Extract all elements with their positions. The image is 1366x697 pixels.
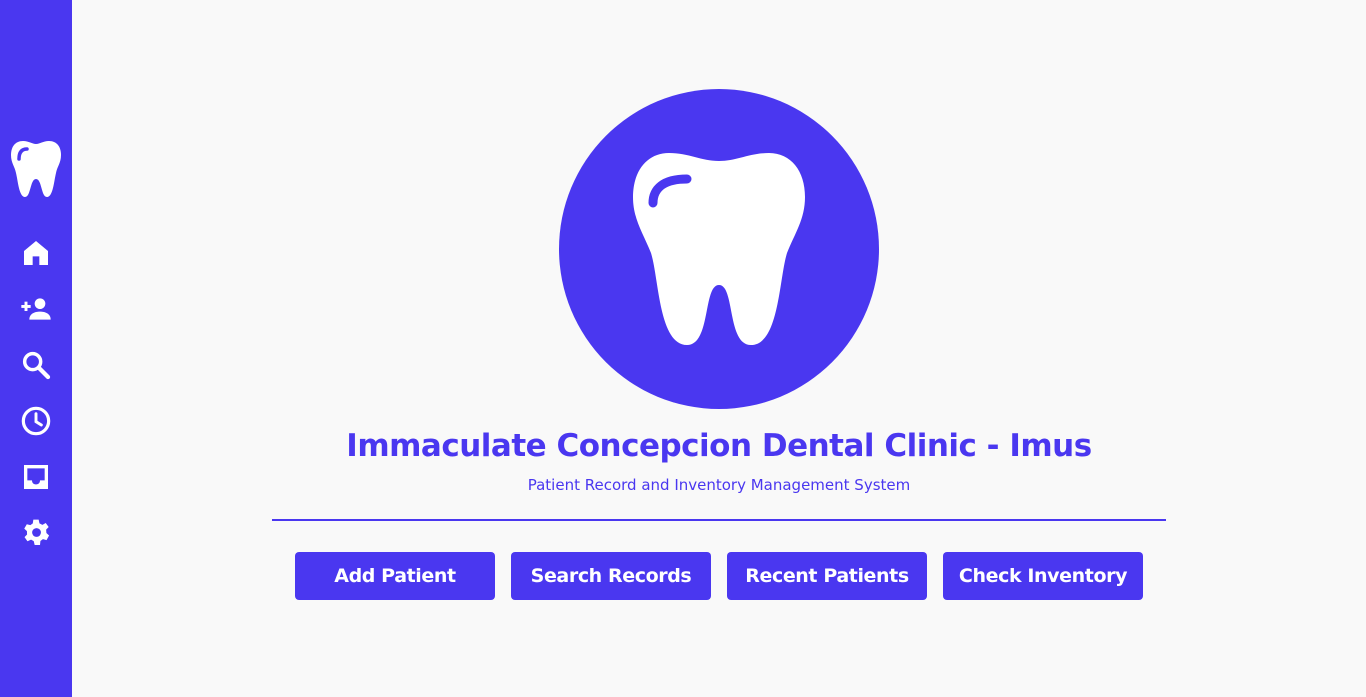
sidebar	[0, 0, 72, 697]
hero-logo	[559, 89, 879, 409]
clock-icon[interactable]	[20, 405, 52, 437]
page-subtitle: Patient Record and Inventory Management …	[527, 476, 911, 494]
main-content: Immaculate Concepcion Dental Clinic - Im…	[72, 0, 1366, 697]
page-title: Immaculate Concepcion Dental Clinic - Im…	[346, 428, 1092, 464]
divider	[272, 519, 1166, 521]
inbox-icon[interactable]	[20, 461, 52, 493]
recent-patients-button[interactable]: Recent Patients	[727, 552, 927, 600]
check-inventory-button[interactable]: Check Inventory	[943, 552, 1143, 600]
person-add-icon[interactable]	[20, 293, 52, 325]
gear-icon[interactable]	[20, 517, 52, 549]
tooth-icon	[633, 153, 805, 345]
search-icon[interactable]	[20, 349, 52, 381]
add-patient-button[interactable]: Add Patient	[295, 552, 495, 600]
home-icon[interactable]	[20, 237, 52, 269]
tooth-logo-icon	[9, 139, 63, 199]
search-records-button[interactable]: Search Records	[511, 552, 711, 600]
